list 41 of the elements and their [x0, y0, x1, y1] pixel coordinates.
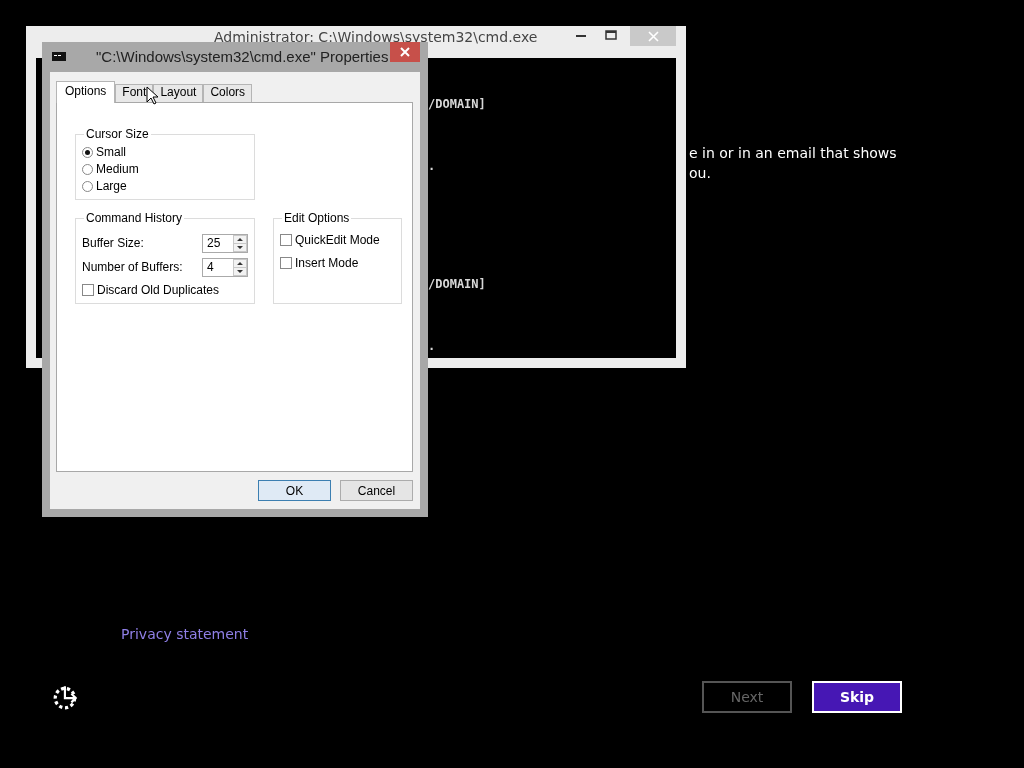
console-text: . — [428, 338, 437, 355]
dialog-title: "C:\Windows\system32\cmd.exe" Properties — [96, 48, 389, 65]
console-text: . — [428, 158, 437, 175]
spin-arrows-icon[interactable] — [233, 258, 247, 276]
radio-label: Medium — [96, 162, 139, 176]
checkbox-label: Insert Mode — [295, 256, 359, 270]
checkbox[interactable] — [280, 234, 292, 246]
close-icon — [400, 47, 410, 57]
group-label: Edit Options — [283, 211, 351, 225]
dialog-button[interactable]: OK — [258, 480, 331, 501]
field-label: Number of Buffers: — [82, 260, 183, 274]
group-label: Cursor Size — [85, 127, 150, 141]
checkbox[interactable] — [280, 257, 292, 269]
group-label: Command History — [85, 211, 184, 225]
radio-label: Small — [96, 145, 126, 159]
message-text: e in or in an email that shows — [688, 144, 897, 163]
dialog-button[interactable]: Cancel — [340, 480, 413, 501]
tab[interactable]: Options — [56, 81, 116, 103]
spin-arrows-icon[interactable] — [233, 234, 247, 252]
checkbox-label: QuickEdit Mode — [295, 233, 380, 247]
message-text: ou. — [688, 164, 712, 183]
tab[interactable]: Layout — [153, 84, 204, 102]
checkbox[interactable] — [82, 284, 94, 296]
tab[interactable]: Colors — [203, 84, 253, 102]
radio-button[interactable] — [82, 180, 93, 192]
console-icon — [52, 52, 66, 61]
radio-label: Large — [96, 179, 127, 193]
field-label: Buffer Size: — [82, 236, 144, 250]
setup-button[interactable]: Skip — [812, 681, 902, 713]
close-icon — [647, 30, 659, 42]
console-text: /DOMAIN] — [428, 276, 487, 293]
spin-box[interactable]: 4 — [202, 257, 248, 277]
checkbox-label: Discard Old Duplicates — [97, 283, 220, 297]
close-button[interactable] — [390, 42, 420, 62]
console-text: /DOMAIN] — [428, 96, 487, 113]
radio-button[interactable] — [82, 163, 93, 175]
privacy-link[interactable]: Privacy statement — [121, 626, 249, 642]
spin-box[interactable]: 25 — [202, 233, 248, 253]
ease-of-access-icon[interactable] — [52, 684, 80, 710]
radio-button[interactable] — [82, 146, 93, 158]
window-title: Administrator: C:\Windows\system32\cmd.exe — [214, 29, 538, 45]
